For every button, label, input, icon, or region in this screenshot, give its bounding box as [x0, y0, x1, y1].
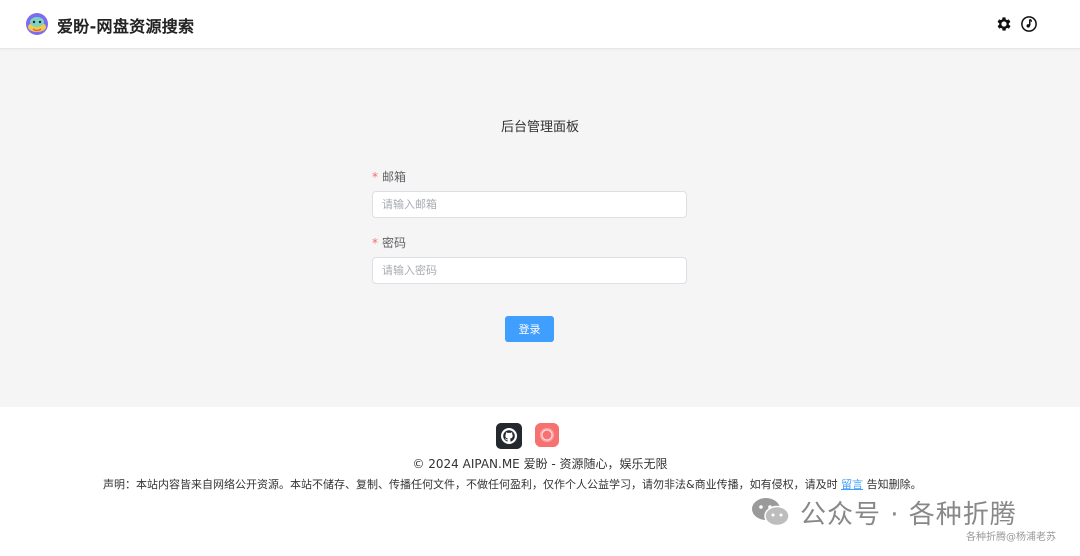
footer: © 2024 AIPAN.ME 爱盼 - 资源随心，娱乐无限 声明：本站内容皆来… [0, 407, 1080, 556]
disclaimer-prefix: 声明：本站内容皆来自网络公开资源。本站不储存、复制、传播任何文件，不做任何盈利，… [103, 478, 842, 491]
github-icon[interactable] [496, 423, 522, 449]
record-icon[interactable] [535, 423, 559, 447]
aipan-logo-icon[interactable] [25, 12, 49, 36]
message-link[interactable]: 留言 [841, 478, 863, 491]
site-title[interactable]: 爱盼-网盘资源搜索 [57, 13, 194, 37]
music-disc-icon[interactable] [1020, 15, 1038, 33]
disclaimer-text: 声明：本站内容皆来自网络公开资源。本站不储存、复制、传播任何文件，不做任何盈利，… [103, 476, 922, 492]
password-label: * 密码 [372, 234, 406, 251]
top-header: 爱盼-网盘资源搜索 [0, 0, 1080, 49]
wechat-logo-icon [752, 498, 790, 527]
required-mark: * [372, 236, 378, 250]
watermark-text: 公众号 · 各种折腾 [800, 500, 1017, 530]
email-label: * 邮箱 [372, 168, 406, 185]
email-label-text: 邮箱 [382, 170, 407, 184]
password-label-text: 密码 [382, 236, 407, 250]
watermark-subtext: 各种折腾@杨浦老苏 [966, 532, 1056, 543]
email-field[interactable] [372, 191, 687, 218]
gear-icon[interactable] [995, 15, 1013, 33]
password-field[interactable] [372, 257, 687, 284]
required-mark: * [372, 170, 378, 184]
copyright-text: © 2024 AIPAN.ME 爱盼 - 资源随心，娱乐无限 [412, 457, 668, 471]
disclaimer-suffix: 告知删除。 [863, 478, 922, 491]
login-button[interactable]: 登录 [505, 316, 554, 342]
panel-title: 后台管理面板 [500, 120, 579, 135]
